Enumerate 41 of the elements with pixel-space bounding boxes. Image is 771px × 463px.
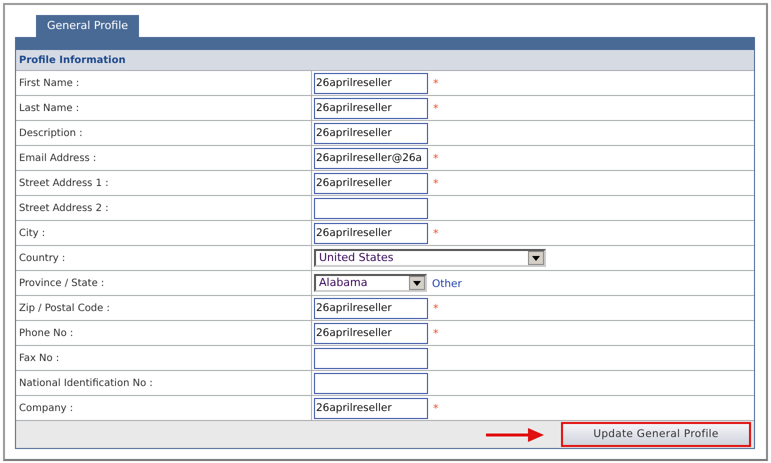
section-title: Profile Information [16,50,754,71]
field-label: First Name : [19,76,80,90]
field-label: Fax No : [19,352,60,366]
field-label: Country : [19,252,66,266]
input-field[interactable]: 26aprilreseller [314,222,428,244]
field-label: Description : [19,126,83,140]
required-mark: * [433,151,438,168]
update-profile-button[interactable]: Update General Profile [561,422,751,447]
required-mark: * [433,226,438,242]
input-field[interactable]: 26aprilreseller [314,172,428,194]
required-mark: * [433,76,438,92]
field-label: National Identification No : [19,376,153,390]
field-label: Phone No : [19,326,74,340]
field-label: Street Address 2 : [19,202,108,216]
field-label: Province / State : [19,276,104,290]
field-label: Last Name : [19,102,80,116]
input-field[interactable]: 26aprilreseller [314,122,428,144]
required-mark: * [433,326,438,342]
input-field[interactable] [314,372,428,394]
required-mark: * [433,301,438,318]
dropdown[interactable]: United States [314,249,546,267]
required-mark: * [433,176,438,192]
field-label: Street Address 1 : [19,176,108,190]
input-field[interactable]: 26aprilreseller [314,322,428,344]
field-label: Email Address : [19,152,96,166]
input-field[interactable]: 26aprilreseller [314,98,428,118]
input-field[interactable]: 26aprilreseller [314,298,428,318]
arrow-icon [486,428,544,442]
input-field[interactable] [314,348,428,368]
required-mark: * [433,401,438,418]
input-field[interactable] [314,198,428,218]
other-link[interactable]: Other [432,276,462,292]
input-field[interactable]: 26aprilreseller [314,72,428,94]
tab[interactable]: General Profile [36,15,140,37]
input-field[interactable]: 26aprilreseller [314,398,428,418]
required-mark: * [433,101,438,118]
field-label: City : [19,226,46,240]
input-field[interactable]: 26aprilreseller@26a [314,148,428,168]
dropdown[interactable]: Alabama [314,274,427,292]
field-label: Company : [19,402,74,416]
field-label: Zip / Postal Code : [19,302,110,316]
